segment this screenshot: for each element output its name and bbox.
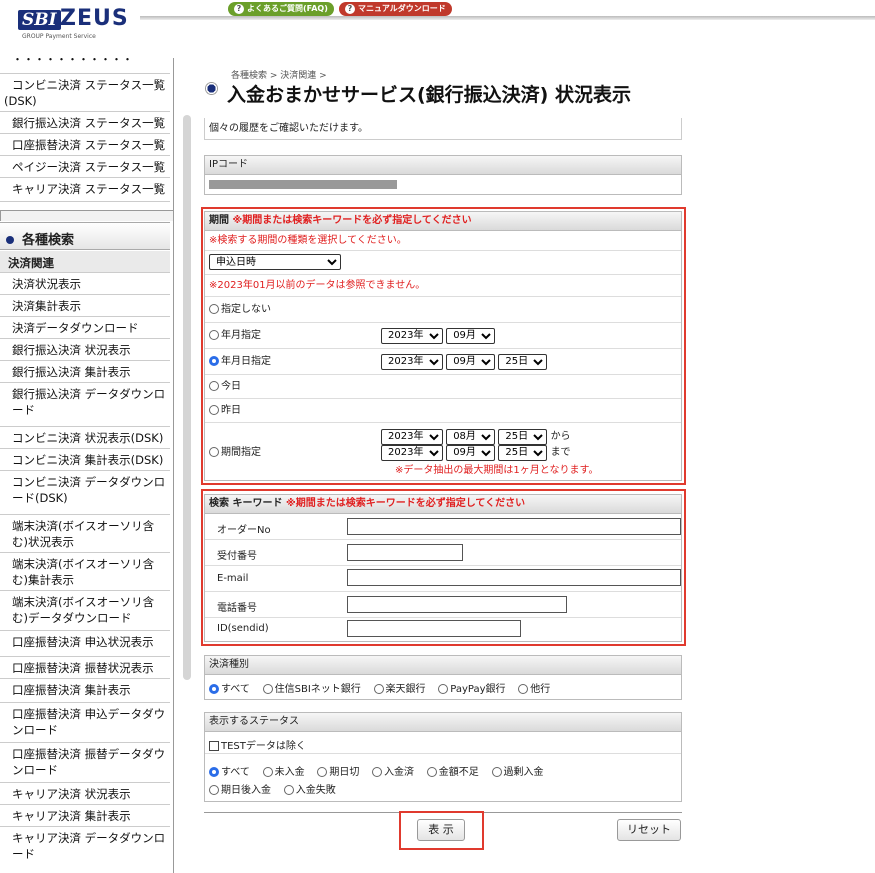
page-note: 個々の履歴をご確認いただけます。 xyxy=(204,118,682,140)
sidebar-section-search: 各種検索 xyxy=(0,222,170,250)
highlight-frame-keyword xyxy=(201,489,686,646)
status-all[interactable]: すべて xyxy=(209,767,250,778)
question-icon: ? xyxy=(234,4,244,14)
manual-label: マニュアルダウンロード xyxy=(358,4,446,13)
payment-type-sbi[interactable]: 住信SBIネット銀行 xyxy=(262,684,361,695)
ip-label: IPコード xyxy=(205,156,681,175)
faq-label: よくあるご質問(FAQ) xyxy=(247,4,328,13)
radio-short[interactable] xyxy=(426,767,437,777)
sidebar-border xyxy=(173,58,174,873)
radio-status-all-selected[interactable] xyxy=(209,767,219,777)
bullet-icon xyxy=(6,236,14,244)
status-short[interactable]: 金額不足 xyxy=(426,767,479,778)
radio-sbi[interactable] xyxy=(262,684,273,694)
radio-paypay[interactable] xyxy=(438,684,449,694)
sidebar-item-account-apply-status[interactable]: 口座振替決済 申込状況表示 xyxy=(0,631,170,657)
ip-panel: IPコード xyxy=(204,155,682,195)
radio-all-selected[interactable] xyxy=(209,684,219,694)
sidebar-item-convenience-summary[interactable]: コンビニ決済 集計表示(DSK) xyxy=(0,449,170,471)
status-options-row2: 期日後入金 入金失敗 xyxy=(209,781,336,796)
sidebar-box xyxy=(0,210,174,221)
payment-type-header: 決済種別 xyxy=(205,656,681,675)
exclude-test-row[interactable]: TESTデータは除く xyxy=(209,737,306,752)
logo-sbi: SBI xyxy=(18,10,61,30)
sidebar-item-payment-summary[interactable]: 決済集計表示 xyxy=(0,295,170,317)
logo-zeus: ZEUS xyxy=(60,6,129,31)
sidebar-item-payment-status[interactable]: 決済状況表示 xyxy=(0,273,170,295)
manual-download-button[interactable]: ? マニュアルダウンロード xyxy=(339,2,452,16)
payment-type-all[interactable]: すべて xyxy=(209,684,250,695)
sidebar-item-payment-download[interactable]: 決済データダウンロード xyxy=(0,317,170,339)
divider xyxy=(205,753,681,754)
sidebar-item-carrier-download[interactable]: キャリア決済 データダウンロード xyxy=(0,827,170,873)
sidebar-item-bank-download[interactable]: 銀行振込決済 データダウンロード xyxy=(0,383,170,427)
faq-button[interactable]: ? よくあるご質問(FAQ) xyxy=(228,2,334,16)
highlight-frame-show-button xyxy=(399,811,484,850)
sidebar-item-terminal-summary[interactable]: 端末決済(ボイスオーソリ含む)集計表示 xyxy=(0,553,170,591)
status-options-row1: すべて 未入金 期日切 入金済 金額不足 過剰入金 xyxy=(209,763,544,778)
sidebar-item-account-transfer-status[interactable]: 口座振替決済 振替状況表示 xyxy=(0,657,170,679)
sidebar-scrollbar[interactable] xyxy=(183,115,191,680)
sidebar-item-account-summary[interactable]: 口座振替決済 集計表示 xyxy=(0,679,170,703)
radio-late-paid[interactable] xyxy=(209,785,219,795)
radio-expired[interactable] xyxy=(317,767,328,777)
logo-subtitle: GROUP Payment Service xyxy=(22,33,96,40)
status-paid[interactable]: 入金済 xyxy=(372,767,414,778)
payment-type-other[interactable]: 他行 xyxy=(518,684,550,695)
highlight-frame-period xyxy=(201,207,686,485)
sidebar-item-carrier-status[interactable]: キャリア決済 状況表示 xyxy=(0,783,170,805)
logo[interactable]: SBI ZEUS GROUP Payment Service xyxy=(18,6,128,40)
radio-over[interactable] xyxy=(491,767,502,777)
radio-paid[interactable] xyxy=(372,767,383,777)
payment-type-panel: 決済種別 すべて 住信SBIネット銀行 楽天銀行 PayPay銀行 他行 xyxy=(204,655,682,700)
title-bullet-icon xyxy=(205,82,218,95)
sidebar-item-bank-status[interactable]: 銀行振込決済 状況表示 xyxy=(0,339,170,361)
header-divider xyxy=(140,16,875,20)
exclude-test-checkbox[interactable] xyxy=(209,741,219,751)
sidebar-item-account-transfer-download[interactable]: 口座振替決済 振替データダウンロード xyxy=(0,743,170,783)
sidebar-item-terminal-download[interactable]: 端末決済(ボイスオーソリ含む)データダウンロード xyxy=(0,591,170,631)
status-unpaid[interactable]: 未入金 xyxy=(262,767,305,778)
sidebar-subsection-payment: 決済関連 xyxy=(0,251,170,273)
status-header: 表示するステータス xyxy=(205,713,681,732)
question-icon: ? xyxy=(345,4,355,14)
ip-redacted-value xyxy=(209,180,397,189)
status-failed[interactable]: 入金失敗 xyxy=(283,785,336,796)
status-late-paid[interactable]: 期日後入金 xyxy=(209,785,271,796)
reset-button[interactable]: リセット xyxy=(617,819,681,841)
sidebar-item-convenience-status[interactable]: コンビニ決済 状況表示(DSK) xyxy=(0,427,170,449)
sidebar-item-terminal-status[interactable]: 端末決済(ボイスオーソリ含む)状況表示 xyxy=(0,515,170,553)
radio-other[interactable] xyxy=(518,684,529,694)
sidebar-item-cut[interactable]: ・・・・・・・・・・・ xyxy=(0,58,170,74)
sidebar-item-bank-summary[interactable]: 銀行振込決済 集計表示 xyxy=(0,361,170,383)
sidebar-item-carrier-summary[interactable]: キャリア決済 集計表示 xyxy=(0,805,170,827)
sidebar-item-bank-transfer-status-list[interactable]: 銀行振込決済 ステータス一覧 xyxy=(0,112,170,134)
payment-type-paypay[interactable]: PayPay銀行 xyxy=(438,684,506,695)
payment-type-options: すべて 住信SBIネット銀行 楽天銀行 PayPay銀行 他行 xyxy=(209,680,550,695)
payment-type-rakuten[interactable]: 楽天銀行 xyxy=(373,684,426,695)
sidebar-item-convenience-status-dsk[interactable]: コンビニ決済 ステータス一覧(DSK) xyxy=(0,74,170,112)
header: SBI ZEUS GROUP Payment Service ? よくあるご質問(… xyxy=(0,0,875,44)
status-over[interactable]: 過剰入金 xyxy=(491,767,544,778)
sidebar-item-convenience-download[interactable]: コンビニ決済 データダウンロード(DSK) xyxy=(0,471,170,515)
page-title: 入金おまかせサービス(銀行振込決済) 状況表示 xyxy=(227,84,631,106)
radio-rakuten[interactable] xyxy=(373,684,384,694)
sidebar-item-payeasy-status-list[interactable]: ペイジー決済 ステータス一覧 xyxy=(0,156,170,178)
status-panel: 表示するステータス TESTデータは除く すべて 未入金 期日切 入金済 金額不… xyxy=(204,712,682,802)
sidebar-item-account-apply-download[interactable]: 口座振替決済 申込データダウンロード xyxy=(0,703,170,743)
status-expired[interactable]: 期日切 xyxy=(317,767,359,778)
radio-failed[interactable] xyxy=(283,785,294,795)
sidebar-item-carrier-status-list[interactable]: キャリア決済 ステータス一覧 xyxy=(0,178,170,202)
radio-unpaid[interactable] xyxy=(262,767,273,777)
sidebar-item-account-transfer-status-list[interactable]: 口座振替決済 ステータス一覧 xyxy=(0,134,170,156)
